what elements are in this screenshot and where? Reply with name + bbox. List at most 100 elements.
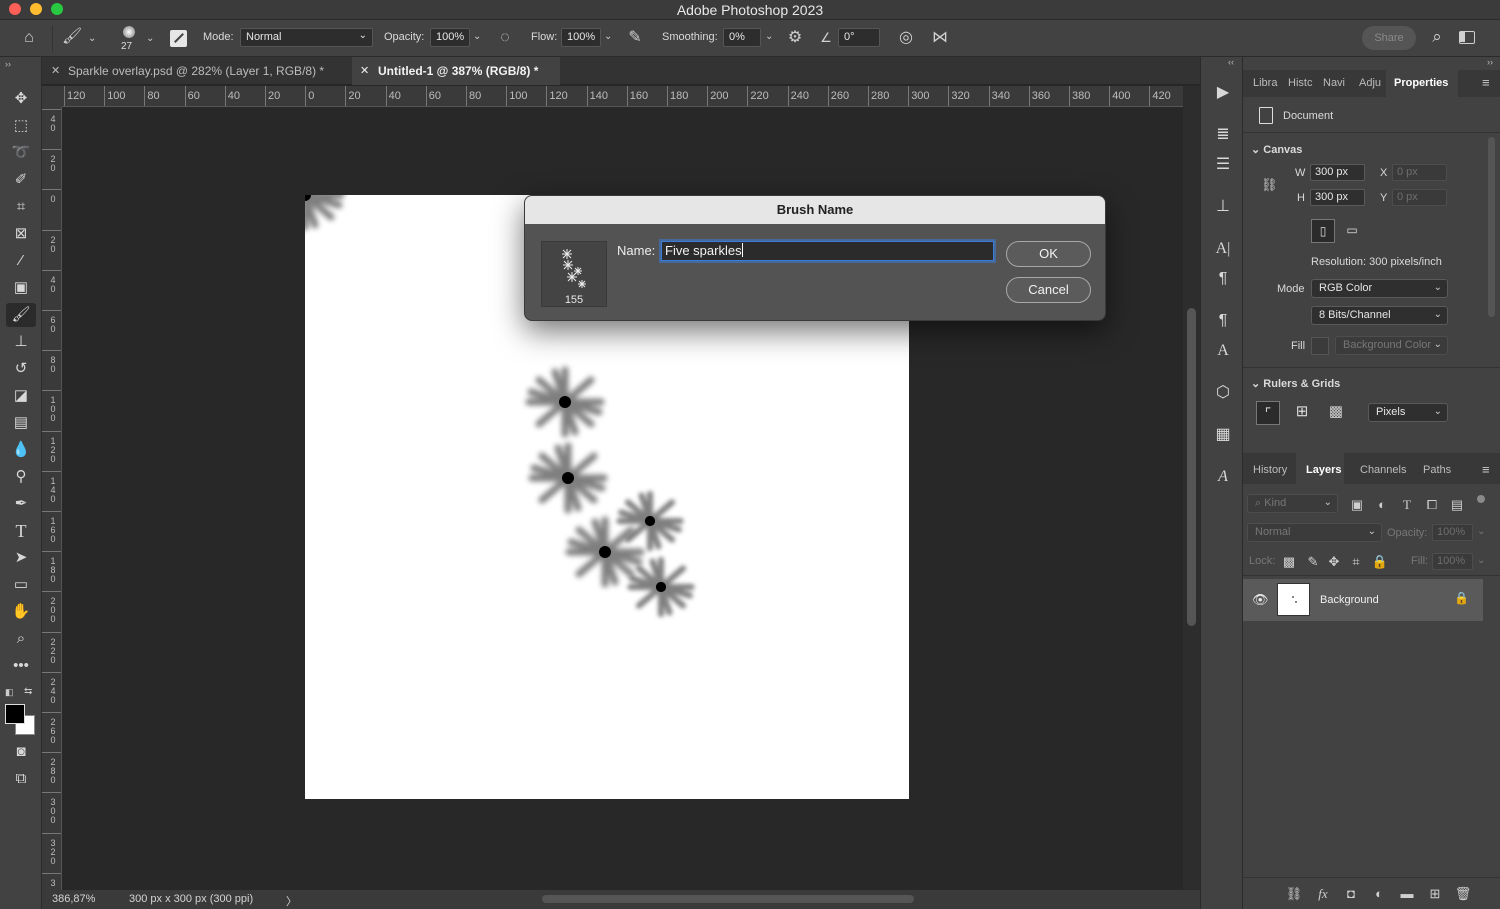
layer-name[interactable]: Background: [1320, 594, 1379, 606]
layer-style-fx-icon[interactable]: fx: [1314, 886, 1332, 902]
rectangle-tool-icon[interactable]: ▭: [6, 573, 36, 597]
character-panel-icon[interactable]: A|: [1210, 237, 1236, 261]
pressure-size-icon[interactable]: ◎: [895, 28, 917, 48]
link-layers-icon[interactable]: ⛓: [1285, 886, 1303, 902]
expand-panel-icon[interactable]: ››: [5, 59, 11, 69]
tab-history-collapsed[interactable]: Histc: [1288, 77, 1312, 89]
filter-adjustment-icon[interactable]: ◐: [1373, 497, 1391, 513]
tab-navigator[interactable]: Navi: [1323, 77, 1345, 89]
document-tab-untitled-1[interactable]: ✕ Untitled-1 @ 387% (RGB/8) *: [352, 57, 560, 85]
color-mode-select[interactable]: RGB Color ⌄: [1311, 279, 1448, 298]
tab-adjustments[interactable]: Adju: [1359, 77, 1381, 89]
collapse-panels-icon[interactable]: ‹‹: [1228, 57, 1234, 67]
width-field[interactable]: 300 px: [1310, 164, 1365, 181]
horizontal-scroll-thumb[interactable]: [542, 895, 914, 903]
lock-position-icon[interactable]: ✥: [1325, 554, 1343, 570]
brush-tip-preview-icon[interactable]: [123, 26, 135, 38]
tab-libraries[interactable]: Libra: [1253, 77, 1277, 89]
lock-all-icon[interactable]: 🔒: [1371, 554, 1389, 570]
lock-image-icon[interactable]: ✎: [1304, 554, 1322, 570]
tab-paths[interactable]: Paths: [1423, 464, 1451, 476]
zoom-level[interactable]: 386,87%: [52, 893, 95, 905]
timeline-icon[interactable]: ▦: [1210, 423, 1236, 447]
layer-blend-mode-select[interactable]: Normal ⌄: [1247, 523, 1382, 542]
vertical-scrollbar[interactable]: [1183, 86, 1200, 890]
more-tools-icon[interactable]: •••: [6, 654, 36, 678]
screen-mode-icon[interactable]: ⧉: [6, 767, 36, 791]
path-selection-tool-icon[interactable]: ➤: [6, 546, 36, 570]
share-button[interactable]: Share: [1362, 26, 1416, 50]
paragraph-panel-icon[interactable]: ¶: [1210, 267, 1236, 291]
fill-select[interactable]: Background Color ⌄: [1335, 336, 1448, 355]
lasso-tool-icon[interactable]: ➰: [6, 141, 36, 165]
properties-scroll-thumb[interactable]: [1488, 137, 1495, 317]
home-icon[interactable]: ⌂: [18, 28, 40, 48]
new-group-icon[interactable]: ▬: [1398, 886, 1416, 902]
layer-kind-filter[interactable]: ⌕ Kind ⌄: [1247, 494, 1338, 513]
smoothing-field[interactable]: 0%: [723, 28, 761, 47]
filter-smart-object-icon[interactable]: ▤: [1448, 497, 1466, 513]
tab-history[interactable]: History: [1253, 464, 1287, 476]
panel-menu-icon[interactable]: ≡: [1482, 75, 1490, 90]
tab-properties[interactable]: Properties: [1394, 77, 1448, 89]
visibility-eye-icon[interactable]: 👁: [1252, 592, 1269, 608]
character-styles-icon[interactable]: A: [1210, 339, 1236, 363]
status-menu-arrow[interactable]: 〉: [286, 893, 297, 909]
chevron-down-icon[interactable]: ⌄: [1477, 555, 1485, 566]
tab-layers[interactable]: Layers: [1306, 464, 1341, 476]
quick-mask-icon[interactable]: ◙: [6, 740, 36, 764]
marquee-tool-icon[interactable]: ⬚: [6, 114, 36, 138]
brush-tool-icon[interactable]: 🖌: [6, 303, 36, 327]
gradient-tool-icon[interactable]: ▤: [6, 411, 36, 435]
blur-tool-icon[interactable]: 💧: [6, 438, 36, 462]
vertical-scroll-thumb[interactable]: [1187, 308, 1196, 626]
document-tab-sparkle-overlay[interactable]: ✕ Sparkle overlay.psd @ 282% (Layer 1, R…: [42, 57, 352, 85]
clone-source-icon[interactable]: ⊥: [1210, 195, 1236, 219]
symmetry-butterfly-icon[interactable]: ⋈: [929, 28, 951, 48]
brushes-panel-icon[interactable]: ≣: [1210, 123, 1236, 147]
airbrush-icon[interactable]: ✎: [624, 28, 646, 48]
swap-colors-icon[interactable]: ⇆: [24, 686, 32, 697]
paragraph-styles-icon[interactable]: ¶: [1210, 309, 1236, 333]
fill-color-swatch[interactable]: [1311, 337, 1329, 355]
filter-type-icon[interactable]: T: [1398, 497, 1416, 513]
collapse-right-panels-icon[interactable]: ››: [1487, 57, 1493, 67]
chevron-down-icon[interactable]: ⌄: [88, 33, 96, 44]
canvas-section-header[interactable]: ⌄ Canvas: [1251, 143, 1302, 156]
workspace-layout-icon[interactable]: [1459, 31, 1475, 44]
y-field[interactable]: 0 px: [1392, 189, 1447, 206]
filter-toggle-icon[interactable]: [1477, 495, 1485, 503]
filter-shape-icon[interactable]: ⧠: [1423, 497, 1441, 513]
horizontal-ruler[interactable]: 120 100 80 60 40 20 0 20 40 60 80 100 120 140 160 180 20…: [62, 86, 1183, 107]
close-tab-icon[interactable]: ✕: [360, 64, 369, 77]
portrait-orientation-icon[interactable]: ▯: [1311, 219, 1335, 243]
hand-tool-icon[interactable]: ✋: [6, 600, 36, 624]
flow-field[interactable]: 100%: [561, 28, 601, 47]
cancel-button[interactable]: Cancel: [1006, 277, 1091, 303]
opacity-field[interactable]: 100%: [430, 28, 470, 47]
add-mask-icon[interactable]: ◘: [1342, 886, 1360, 902]
lock-artboard-icon[interactable]: ⌗: [1347, 554, 1365, 570]
healing-brush-tool-icon[interactable]: ▣: [6, 276, 36, 300]
new-layer-icon[interactable]: ⊞: [1426, 886, 1444, 902]
vertical-ruler[interactable]: 4020020406080100120140160180200220240260…: [42, 107, 62, 890]
layer-opacity-field[interactable]: 100%: [1432, 524, 1473, 541]
eraser-tool-icon[interactable]: ◪: [6, 384, 36, 408]
ruler-units-select[interactable]: Pixels ⌄: [1368, 403, 1448, 422]
grid-toggle-icon[interactable]: ⊞: [1290, 401, 1314, 425]
crop-tool-icon[interactable]: ⌗: [6, 195, 36, 219]
filter-pixel-icon[interactable]: ▣: [1348, 497, 1366, 513]
angle-field[interactable]: 0°: [838, 28, 880, 47]
height-field[interactable]: 300 px: [1310, 189, 1365, 206]
brush-name-input[interactable]: Five sparkles: [661, 241, 994, 261]
zoom-tool-icon[interactable]: ⌕: [6, 627, 36, 651]
link-icon[interactable]: ⛓: [1261, 177, 1278, 193]
brush-settings-panel-icon[interactable]: [170, 30, 187, 47]
lock-transparent-icon[interactable]: ▩: [1280, 554, 1298, 570]
chevron-down-icon[interactable]: ⌄: [473, 31, 481, 42]
chevron-down-icon[interactable]: ⌄: [146, 33, 154, 44]
chevron-down-icon[interactable]: ⌄: [765, 31, 773, 42]
quick-selection-tool-icon[interactable]: ✐: [6, 168, 36, 192]
search-icon[interactable]: ⌕: [1426, 27, 1448, 47]
layer-lock-icon[interactable]: 🔒: [1454, 591, 1469, 605]
